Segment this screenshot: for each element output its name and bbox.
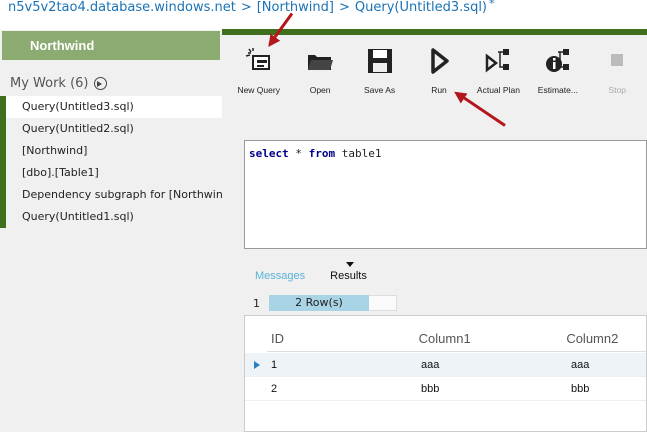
row-count[interactable]: 2 Row(s) <box>269 295 369 311</box>
sql-token: * <box>295 147 302 160</box>
stop-label: Stop <box>608 85 627 95</box>
open-button[interactable]: Open <box>290 40 349 98</box>
result-set-strip: 1 2 Row(s) <box>244 293 399 313</box>
breadcrumb-separator: > <box>240 0 252 15</box>
table-row[interactable]: 2 bbb bbb <box>245 377 646 401</box>
run-label: Run <box>431 85 447 95</box>
sql-table-name: table1 <box>341 147 382 160</box>
table-cell[interactable]: bbb <box>417 383 567 395</box>
tab-messages[interactable]: Messages <box>255 270 305 282</box>
modified-indicator: * <box>489 0 495 10</box>
query-editor[interactable]: select * from table1 <box>244 140 647 249</box>
execution-plan-icon <box>483 46 513 76</box>
tab-results[interactable]: Results <box>330 262 367 282</box>
table-row[interactable]: 1 aaa aaa <box>245 353 646 377</box>
breadcrumb: n5v5v2tao4.database.windows.net > [Northwi… <box>8 0 495 20</box>
breadcrumb-server[interactable]: n5v5v2tao4.database.windows.net <box>8 0 236 15</box>
toolbar: New Query Open Save As Run Actual Plan E… <box>227 40 647 98</box>
sidebar-header[interactable]: Northwind <box>2 31 220 60</box>
grid-header: ID Column1 Column2 <box>267 326 646 352</box>
breadcrumb-query[interactable]: Query(Untitled3.sql) <box>355 0 487 15</box>
sidebar-list: Query(Untitled3.sql) Query(Untitled2.sql… <box>0 96 222 228</box>
save-as-button[interactable]: Save As <box>350 40 409 98</box>
stop-icon <box>602 46 632 76</box>
sidebar-item-table1[interactable]: [dbo].[Table1] <box>0 162 222 184</box>
save-icon <box>365 46 395 76</box>
actual-plan-button[interactable]: Actual Plan <box>469 40 528 98</box>
sidebar: Northwind My Work (6) Query(Untitled3.sq… <box>0 30 222 432</box>
actual-plan-label: Actual Plan <box>476 85 520 95</box>
new-query-icon <box>244 46 274 76</box>
results-tabs: Messages Results <box>255 262 367 282</box>
stop-button[interactable]: Stop <box>588 40 647 98</box>
results-grid: ID Column1 Column2 1 aaa aaa 2 bbb bbb <box>244 315 647 432</box>
column-header-column1[interactable]: Column1 <box>415 331 563 346</box>
save-as-label: Save As <box>363 85 396 95</box>
new-query-label: New Query <box>237 85 280 95</box>
main-panel: New Query Open Save As Run Actual Plan E… <box>222 35 647 432</box>
table-cell[interactable]: 1 <box>267 359 417 371</box>
folder-icon <box>305 46 335 76</box>
info-plan-icon <box>543 46 573 76</box>
breadcrumb-database[interactable]: [Northwind] <box>257 0 334 15</box>
table-cell[interactable]: 2 <box>267 383 417 395</box>
table-cell[interactable]: bbb <box>567 383 647 395</box>
column-header-column2[interactable]: Column2 <box>562 331 646 346</box>
play-icon <box>424 46 454 76</box>
sidebar-item-query-untitled2[interactable]: Query(Untitled2.sql) <box>0 118 222 140</box>
column-header-id[interactable]: ID <box>267 331 415 346</box>
sql-keyword: from <box>308 147 336 160</box>
table-cell[interactable]: aaa <box>417 359 567 371</box>
estimate-label: Estimate... <box>537 85 578 95</box>
current-row-icon <box>254 360 260 369</box>
result-set-number[interactable]: 1 <box>244 297 269 310</box>
sidebar-item-query-untitled1[interactable]: Query(Untitled1.sql) <box>0 206 222 228</box>
estimate-button[interactable]: Estimate... <box>528 40 587 98</box>
sql-keyword: select <box>249 147 289 160</box>
breadcrumb-separator: > <box>338 0 350 15</box>
sidebar-item-dependency-subgraph[interactable]: Dependency subgraph for [Northwind] <box>0 184 222 206</box>
sidebar-item-northwind[interactable]: [Northwind] <box>0 140 222 162</box>
my-work[interactable]: My Work (6) <box>10 76 107 91</box>
my-work-label: My Work (6) <box>10 76 89 91</box>
open-label: Open <box>309 85 331 95</box>
table-cell[interactable]: aaa <box>567 359 647 371</box>
new-query-button[interactable]: New Query <box>227 40 290 98</box>
sidebar-item-query-untitled3[interactable]: Query(Untitled3.sql) <box>0 96 222 118</box>
result-set-tab-end <box>369 295 397 311</box>
circle-arrow-right-icon[interactable] <box>93 77 107 90</box>
